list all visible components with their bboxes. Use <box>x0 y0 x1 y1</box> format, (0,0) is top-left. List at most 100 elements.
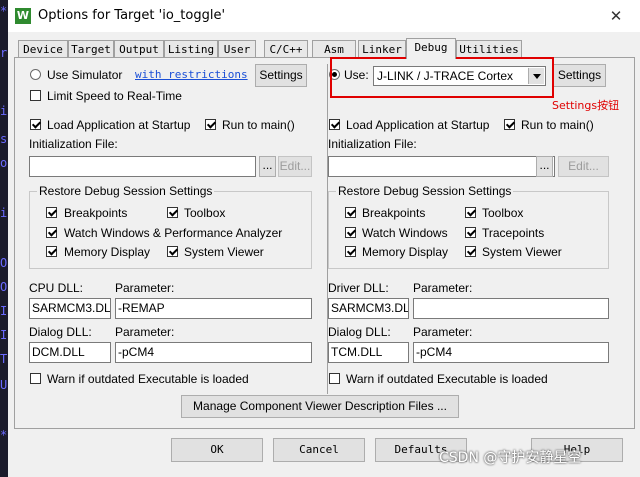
left-breakpoints-checkbox[interactable] <box>46 207 57 218</box>
cpu-dll-label: CPU DLL: <box>29 281 84 295</box>
tab-listing[interactable]: Listing <box>164 40 218 57</box>
settings-highlight-box <box>330 57 554 98</box>
right-init-file-input[interactable] <box>328 156 555 177</box>
right-toolbox-checkbox[interactable] <box>465 207 476 218</box>
tab-c-cpp[interactable]: C/C++ <box>264 40 308 57</box>
right-tracepoints-checkbox[interactable] <box>465 227 476 238</box>
background-glyph: U <box>0 378 8 392</box>
right-load-app-label: Load Application at Startup <box>346 118 490 132</box>
background-glyph: I <box>0 328 8 342</box>
right-warn-checkbox[interactable] <box>329 373 340 384</box>
close-icon[interactable]: ✕ <box>604 4 628 28</box>
driver-param-input[interactable] <box>413 298 609 319</box>
right-dialog-param-label: Parameter: <box>413 325 473 339</box>
tab-asm[interactable]: Asm <box>312 40 356 57</box>
limit-speed-checkbox[interactable] <box>30 90 41 101</box>
left-restore-group-title: Restore Debug Session Settings <box>37 184 215 198</box>
options-dialog: W Options for Target 'io_toggle' ✕ Devic… <box>8 0 640 477</box>
left-init-file-input[interactable] <box>29 156 256 177</box>
driver-param-label: Parameter: <box>413 281 473 295</box>
cpu-param-input[interactable]: -REMAP <box>115 298 312 319</box>
restrictions-link[interactable]: with restrictions <box>135 68 248 81</box>
background-glyph: T <box>0 352 8 366</box>
background-glyph: s <box>0 132 8 146</box>
right-breakpoints-label: Breakpoints <box>362 206 426 220</box>
left-load-app-label: Load Application at Startup <box>47 118 191 132</box>
left-toolbox-label: Toolbox <box>184 206 226 220</box>
background-glyph: o <box>0 156 8 170</box>
left-dialog-dll-label: Dialog DLL: <box>29 325 92 339</box>
tab-output[interactable]: Output <box>114 40 164 57</box>
background-glyph: i <box>0 206 8 220</box>
limit-speed-label: Limit Speed to Real-Time <box>47 89 182 103</box>
driver-settings-button[interactable]: Settings <box>553 64 606 87</box>
right-memory-checkbox[interactable] <box>345 246 356 257</box>
right-restore-group-title: Restore Debug Session Settings <box>336 184 514 198</box>
right-dialog-param-input[interactable]: -pCM4 <box>413 342 609 363</box>
tab-device[interactable]: Device <box>18 40 68 57</box>
driver-dll-input[interactable]: SARMCM3.DLL <box>328 298 409 319</box>
left-dialog-param-label: Parameter: <box>115 325 175 339</box>
settings-annotation: Settings按钮 <box>552 99 620 112</box>
cancel-button[interactable]: Cancel <box>273 438 365 462</box>
title-bar: W Options for Target 'io_toggle' ✕ <box>8 0 640 32</box>
left-load-app-checkbox[interactable] <box>30 119 41 130</box>
background-glyph: * <box>0 4 8 18</box>
right-init-file-label: Initialization File: <box>328 137 417 151</box>
right-memory-label: Memory Display <box>362 245 449 259</box>
left-run-to-main-checkbox[interactable] <box>205 119 216 130</box>
right-watch-label: Watch Windows <box>362 226 448 240</box>
cpu-param-label: Parameter: <box>115 281 175 295</box>
tab-target[interactable]: Target <box>68 40 114 57</box>
right-run-to-main-checkbox[interactable] <box>504 119 515 130</box>
right-run-to-main-label: Run to main() <box>521 118 594 132</box>
ok-button[interactable]: OK <box>171 438 263 462</box>
left-browse-button[interactable]: ... <box>259 156 276 177</box>
tab-linker[interactable]: Linker <box>358 40 406 57</box>
right-system-viewer-checkbox[interactable] <box>465 246 476 257</box>
left-edit-button[interactable]: Edit... <box>278 156 312 177</box>
cpu-dll-input[interactable]: SARMCM3.DLL <box>29 298 111 319</box>
left-system-viewer-label: System Viewer <box>184 245 264 259</box>
left-breakpoints-label: Breakpoints <box>64 206 128 220</box>
left-system-viewer-checkbox[interactable] <box>167 246 178 257</box>
right-load-app-checkbox[interactable] <box>329 119 340 130</box>
background-glyph: I <box>0 304 8 318</box>
tab-debug[interactable]: Debug <box>406 38 456 59</box>
background-glyph: O <box>0 280 8 294</box>
left-init-file-label: Initialization File: <box>29 137 118 151</box>
left-watch-label: Watch Windows & Performance Analyzer <box>64 226 283 240</box>
left-watch-checkbox[interactable] <box>46 227 57 238</box>
right-edit-button[interactable]: Edit... <box>558 156 609 177</box>
use-simulator-radio[interactable] <box>30 69 41 80</box>
driver-dll-label: Driver DLL: <box>328 281 389 295</box>
use-simulator-label: Use Simulator <box>47 68 123 82</box>
right-warn-label: Warn if outdated Executable is loaded <box>346 372 548 386</box>
right-toolbox-label: Toolbox <box>482 206 524 220</box>
tab-utilities[interactable]: Utilities <box>456 40 522 57</box>
left-warn-checkbox[interactable] <box>30 373 41 384</box>
background-glyph: i <box>0 104 8 118</box>
left-toolbox-checkbox[interactable] <box>167 207 178 218</box>
left-memory-label: Memory Display <box>64 245 151 259</box>
left-memory-checkbox[interactable] <box>46 246 57 257</box>
right-dialog-dll-input[interactable]: TCM.DLL <box>328 342 409 363</box>
left-dialog-param-input[interactable]: -pCM4 <box>115 342 312 363</box>
window-title: Options for Target 'io_toggle' <box>38 8 226 23</box>
simulator-settings-button[interactable]: Settings <box>255 64 307 87</box>
right-browse-button[interactable]: ... <box>536 156 553 177</box>
background-glyph: r <box>0 46 8 60</box>
left-warn-label: Warn if outdated Executable is loaded <box>47 372 249 386</box>
left-run-to-main-label: Run to main() <box>222 118 295 132</box>
keil-uvision-icon: W <box>15 8 31 24</box>
background-glyph: * <box>0 428 8 442</box>
tab-strip: Device Target Output Listing User C/C++ … <box>8 38 640 59</box>
csdn-watermark: CSDN @守护安静星空 <box>439 450 582 466</box>
right-watch-checkbox[interactable] <box>345 227 356 238</box>
right-breakpoints-checkbox[interactable] <box>345 207 356 218</box>
right-tracepoints-label: Tracepoints <box>482 226 545 240</box>
manage-component-viewer-button[interactable]: Manage Component Viewer Description File… <box>181 395 459 418</box>
tab-user[interactable]: User <box>218 40 256 57</box>
background-glyph: O <box>0 256 8 270</box>
left-dialog-dll-input[interactable]: DCM.DLL <box>29 342 111 363</box>
